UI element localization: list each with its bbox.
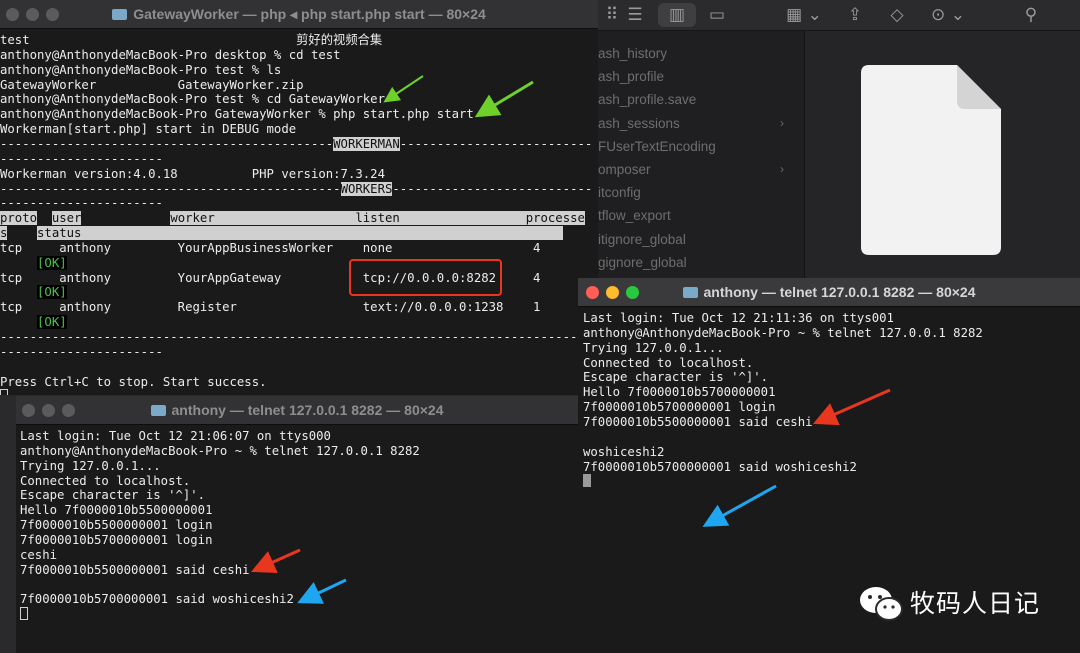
watermark: 牧码人日记 — [858, 584, 1039, 624]
watermark-text: 牧码人日记 — [910, 589, 1041, 618]
annotation-arrows — [251, 75, 891, 604]
green-arrow — [383, 75, 424, 103]
wechat-icon — [860, 587, 903, 621]
blue-arrow — [297, 578, 347, 604]
blue-arrow — [702, 484, 777, 527]
green-arrow — [474, 80, 534, 118]
red-arrow — [813, 388, 891, 426]
red-arrow — [251, 548, 301, 574]
